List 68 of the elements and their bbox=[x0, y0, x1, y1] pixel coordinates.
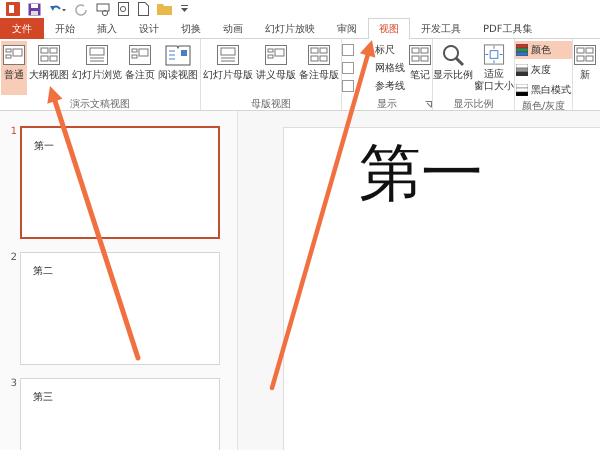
color-mode-icon bbox=[516, 44, 528, 56]
ribbon-button[interactable]: 笔记 bbox=[408, 41, 432, 95]
checkbox-label: 网格线 bbox=[375, 62, 405, 75]
checkbox-label: 标尺 bbox=[375, 44, 395, 57]
color-mode-button[interactable]: 灰度 bbox=[515, 61, 572, 79]
ribbon-button[interactable]: 备注页 bbox=[124, 41, 156, 95]
magnifier-icon bbox=[441, 43, 465, 67]
group-label: 显示比例 bbox=[454, 98, 494, 110]
ribbon-button[interactable]: 适应 窗口大小 bbox=[474, 41, 514, 95]
ribbon-button[interactable]: 普通 bbox=[1, 41, 27, 95]
checkbox[interactable] bbox=[342, 44, 354, 56]
dialog-launcher-icon[interactable] bbox=[425, 101, 432, 108]
layout-icon bbox=[264, 43, 288, 67]
ribbon-button[interactable]: 大纲视图 bbox=[28, 41, 70, 95]
ribbon-tab[interactable]: 切换 bbox=[170, 18, 212, 39]
layout-icon bbox=[307, 43, 331, 67]
group-label: 母版视图 bbox=[251, 98, 291, 110]
ribbon-tab[interactable]: 幻灯片放映 bbox=[254, 18, 326, 39]
layout-icon bbox=[216, 43, 240, 67]
book-icon bbox=[165, 43, 191, 67]
group-label: 颜色/灰度 bbox=[522, 100, 566, 110]
slide-title: 第二 bbox=[33, 266, 53, 277]
fit-window-icon bbox=[482, 43, 506, 66]
group-label: 演示文稿视图 bbox=[70, 98, 130, 110]
slide-number: 1 bbox=[10, 126, 17, 139]
file-tab[interactable]: 文件 bbox=[0, 18, 44, 39]
ribbon-tab[interactable]: 插入 bbox=[86, 18, 128, 39]
ribbon-button[interactable]: 显示比例 bbox=[433, 41, 473, 95]
layout-icon bbox=[85, 43, 109, 67]
color-mode-button[interactable]: 黑白模式 bbox=[515, 81, 572, 99]
layout-icon bbox=[573, 43, 597, 67]
ribbon-tab[interactable]: 审阅 bbox=[326, 18, 368, 39]
checkbox[interactable] bbox=[342, 62, 354, 74]
ribbon-button[interactable]: 新 bbox=[573, 41, 597, 95]
layout-icon bbox=[128, 43, 152, 67]
presenter-icon[interactable] bbox=[96, 2, 110, 16]
ribbon-button[interactable]: 幻灯片母版 bbox=[202, 41, 254, 95]
checkbox-label: 参考线 bbox=[375, 80, 405, 93]
slide-title: 第一 bbox=[359, 140, 483, 208]
color-mode-icon bbox=[516, 84, 528, 96]
ribbon-tab[interactable]: 设计 bbox=[128, 18, 170, 39]
ribbon-button[interactable]: 阅读视图 bbox=[157, 41, 199, 95]
slide-thumbnail[interactable]: 第二 bbox=[20, 252, 220, 365]
slide-thumbnail[interactable]: 第三 bbox=[20, 378, 220, 450]
ribbon-tab[interactable]: 开始 bbox=[44, 18, 86, 39]
ribbon-tab[interactable]: 视图 bbox=[368, 18, 410, 39]
slide-thumbnail[interactable]: 第一 bbox=[20, 126, 220, 239]
slide-title: 第一 bbox=[34, 141, 54, 152]
checkbox[interactable] bbox=[342, 80, 354, 92]
layout-icon bbox=[408, 43, 432, 67]
ribbon-tab[interactable]: PDF工具集 bbox=[472, 18, 544, 39]
save-icon[interactable] bbox=[28, 2, 41, 16]
print-preview-icon[interactable] bbox=[118, 2, 130, 16]
customize-caret-icon[interactable] bbox=[181, 5, 188, 13]
ribbon-button[interactable]: 幻灯片浏览 bbox=[71, 41, 123, 95]
layout-icon bbox=[2, 43, 26, 67]
color-mode-icon bbox=[516, 64, 528, 76]
group-label: 显示 bbox=[377, 98, 397, 110]
slide-number: 3 bbox=[10, 378, 17, 391]
slide-title: 第三 bbox=[33, 392, 53, 403]
ribbon-tab[interactable]: 开发工具 bbox=[410, 18, 472, 39]
new-file-icon[interactable] bbox=[138, 2, 149, 16]
slide-number: 2 bbox=[10, 252, 17, 265]
layout-icon bbox=[37, 43, 61, 67]
ribbon-button[interactable]: 备注母版 bbox=[298, 41, 340, 95]
ribbon-tab[interactable]: 动画 bbox=[212, 18, 254, 39]
color-mode-button[interactable]: 颜色 bbox=[515, 41, 572, 59]
ribbon-button[interactable]: 讲义母版 bbox=[255, 41, 297, 95]
